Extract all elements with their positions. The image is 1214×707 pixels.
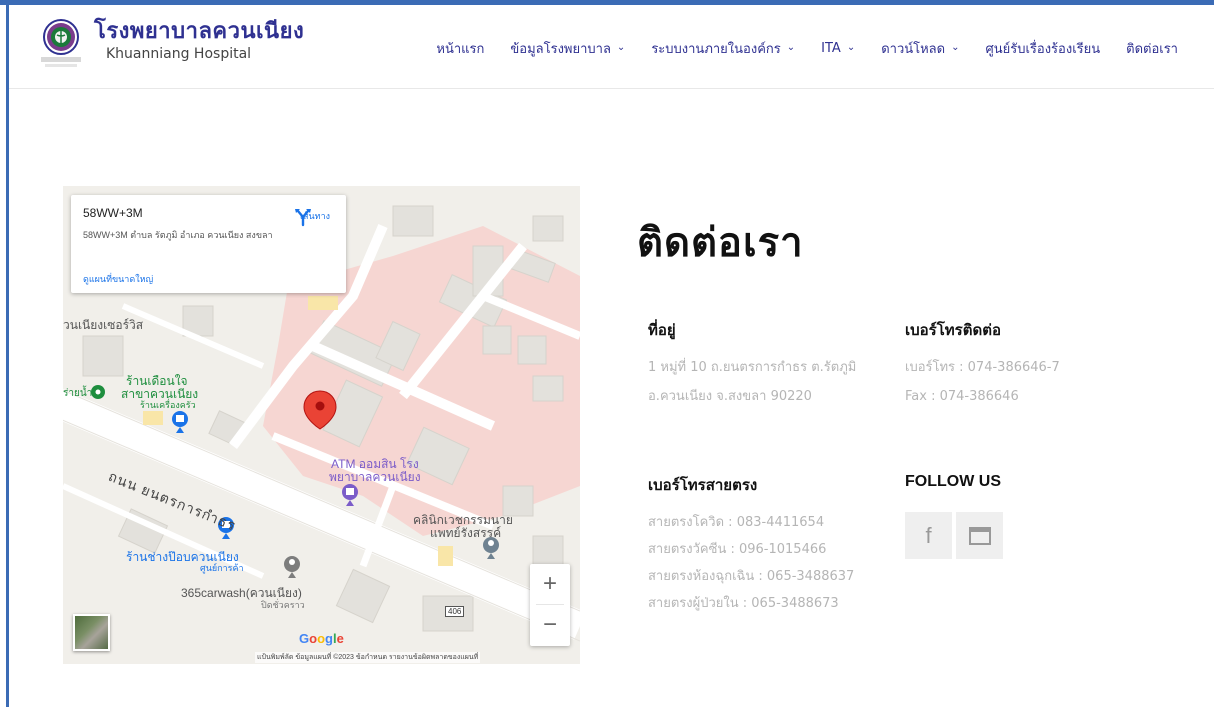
nav-home-label: หน้าแรก <box>436 42 485 57</box>
google-logo-letter: o <box>309 631 318 646</box>
nav-hospital-info[interactable]: ข้อมูลโรงพยาบาล ⌄ <box>510 38 625 59</box>
address-text: 1 หมู่ที่ 10 ถ.ยนตรการกำธร ต.รัตภูมิ อ.ค… <box>648 353 856 411</box>
nav-hospital-info-label: ข้อมูลโรงพยาบาล <box>510 42 611 57</box>
fax-line: Fax : 074-386646 <box>905 389 1019 404</box>
direct-line-inpatient: สายตรงผู้ป่วยใน : 065-3488673 <box>648 596 839 611</box>
chevron-down-icon: ⌄ <box>951 42 960 53</box>
google-logo-letter: o <box>317 631 326 646</box>
chevron-down-icon: ⌄ <box>786 42 796 53</box>
brand-name-thai: โรงพยาบาลควนเนียง <box>94 19 305 44</box>
direct-line-list: สายตรงโควิด : 083-4411654 สายตรงวัคซีน :… <box>648 509 854 617</box>
address-line-2: อ.ควนเนียง จ.สงขลา 90220 <box>648 389 812 404</box>
view-larger-map-link[interactable]: ดูแผนที่ขนาดใหญ่ <box>83 272 153 286</box>
chevron-down-icon: ⌄ <box>846 42 856 53</box>
nav-contact-label: ติดต่อเรา <box>1126 42 1178 57</box>
nav-ita-label: ITA <box>821 41 841 56</box>
page-title: ติดต่อเรา <box>637 220 804 266</box>
zoom-out-button[interactable]: − <box>530 605 570 645</box>
phone-line-1: เบอร์โทร : 074-386646-7 <box>905 360 1060 375</box>
directions-icon <box>295 209 311 227</box>
google-logo-letter: g <box>325 631 333 646</box>
directions-button[interactable]: เส้นทาง <box>293 207 337 227</box>
place-plus-code: 58WW+3M <box>83 206 143 220</box>
embedded-map[interactable]: วนเนียงเซอร์วิส ร้านเดือนใจ สาขาควนเนียง… <box>63 186 580 664</box>
direct-line-heading: เบอร์โทรสายตรง <box>648 476 758 494</box>
map-label-carwash-status: ปิดชั่วคราว <box>261 600 305 610</box>
nav-ita[interactable]: ITA ⌄ <box>821 38 855 59</box>
google-logo: Google <box>299 631 344 646</box>
main-nav: หน้าแรก ข้อมูลโรงพยาบาล ⌄ ระบบงานภายในองค… <box>410 38 1178 59</box>
map-footer-links[interactable]: แป้นพิมพ์ลัด ข้อมูลแผนที่ ©2023 ข้อกำหนด… <box>255 652 481 663</box>
nav-internal-systems-label: ระบบงานภายในองค์กร <box>651 42 781 57</box>
chevron-down-icon: ⌄ <box>616 42 626 53</box>
satellite-toggle[interactable] <box>73 614 110 651</box>
nav-download[interactable]: ดาวน์โหลด ⌄ <box>881 38 959 59</box>
google-logo-text: Google <box>299 631 344 646</box>
map-label-shop2-type: ศูนย์การค้า <box>200 563 244 573</box>
direct-line-emergency: สายตรงห้องฉุกเฉิน : 065-3488637 <box>648 569 855 584</box>
google-logo-letter: G <box>299 631 310 646</box>
website-button[interactable] <box>956 512 1003 559</box>
map-label-water: ร่ายน้ำ <box>63 388 93 399</box>
direct-line-covid: สายตรงโควิด : 083-4411654 <box>648 515 825 530</box>
facebook-button[interactable]: f <box>905 512 952 559</box>
window-frame-left <box>6 0 9 707</box>
map-poi-shop-pin <box>91 385 105 399</box>
brand-name-english: Khuanniang Hospital <box>106 46 252 62</box>
hospital-logo[interactable] <box>37 17 85 71</box>
address-heading: ที่อยู่ <box>648 321 676 339</box>
nav-internal-systems[interactable]: ระบบงานภายในองค์กร ⌄ <box>651 38 795 59</box>
nav-home[interactable]: หน้าแรก <box>436 38 484 59</box>
facebook-icon: f <box>925 522 932 548</box>
site-header: โรงพยาบาลควนเนียง Khuanniang Hospital หน… <box>9 5 1214 89</box>
browser-window-icon <box>968 526 991 545</box>
map-label-shop1-type: ร้านเครื่องครัว <box>140 400 196 410</box>
zoom-in-button[interactable]: + <box>530 564 570 604</box>
place-address: 58WW+3M ตำบล รัตภูมิ อำเภอ ควนเนียง สงขล… <box>83 230 273 240</box>
nav-complaints[interactable]: ศูนย์รับเรื่องร้องเรียน <box>985 38 1100 59</box>
brand-name[interactable]: โรงพยาบาลควนเนียง Khuanniang Hospital <box>94 19 304 63</box>
google-logo-letter: e <box>336 631 344 646</box>
social-links: f <box>905 512 1003 559</box>
phone-text: เบอร์โทร : 074-386646-7 Fax : 074-386646 <box>905 353 1060 411</box>
follow-us-heading: FOLLOW US <box>905 473 1001 490</box>
map-label-area: วนเนียงเซอร์วิส <box>63 318 144 332</box>
nav-download-label: ดาวน์โหลด <box>881 42 946 57</box>
direct-line-vaccine: สายตรงวัคซีน : 096-1015466 <box>648 542 827 557</box>
map-label-atm-hospital[interactable]: พยาบาลควนเนียง <box>329 468 421 487</box>
map-place-card: 58WW+3M 58WW+3M ตำบล รัตภูมิ อำเภอ ควนเน… <box>71 195 346 293</box>
address-line-1: 1 หมู่ที่ 10 ถ.ยนตรการกำธร ต.รัตภูมิ <box>648 360 857 375</box>
route-number-shield: 406 <box>445 606 465 617</box>
map-label-clinic-doctor[interactable]: แพทย์รังสรรค์ <box>430 524 501 543</box>
phone-heading: เบอร์โทรติดต่อ <box>905 321 1001 339</box>
map-zoom-control: + − <box>530 564 570 646</box>
nav-complaints-label: ศูนย์รับเรื่องร้องเรียน <box>985 42 1101 57</box>
nav-contact[interactable]: ติดต่อเรา <box>1126 38 1178 59</box>
